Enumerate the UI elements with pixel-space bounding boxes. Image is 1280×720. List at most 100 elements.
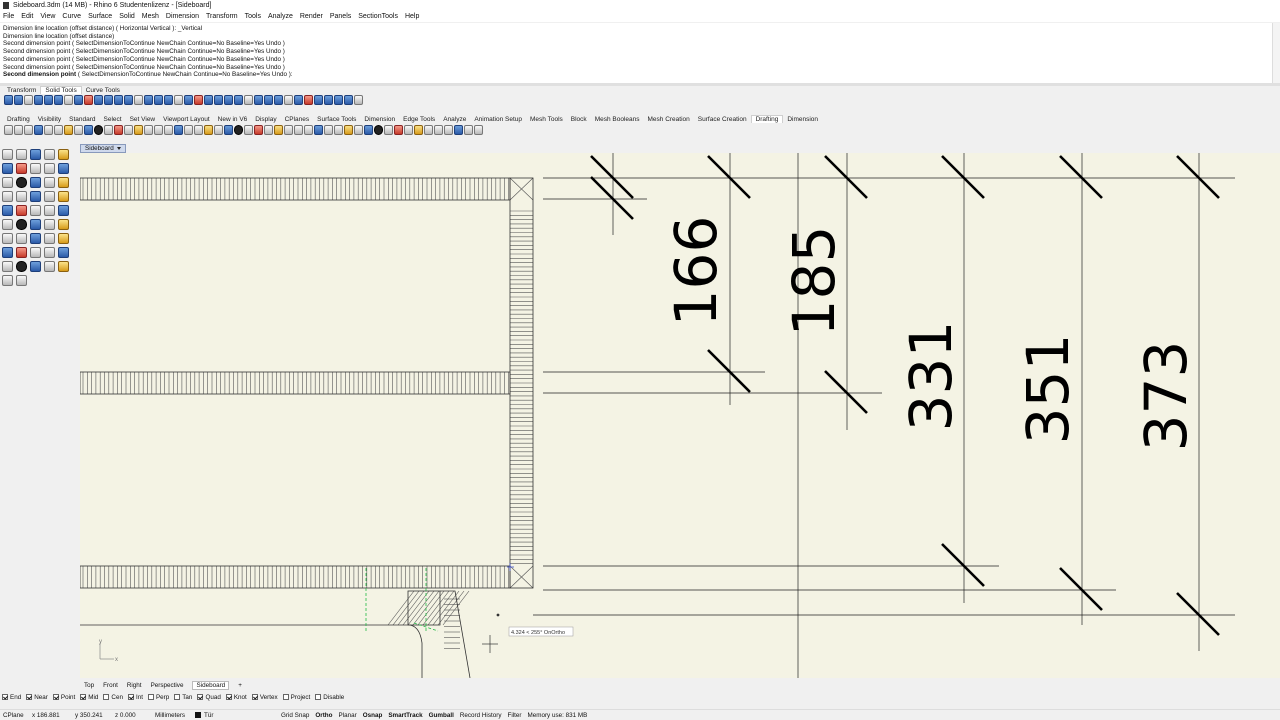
tab-mesh-creation[interactable]: Mesh Creation <box>644 116 694 123</box>
solid-tool-button-icon[interactable] <box>94 95 103 105</box>
sidebar-tool-button-icon[interactable] <box>58 219 69 230</box>
viewport-tab-front[interactable]: Front <box>103 682 118 689</box>
solid-tool-button-icon[interactable] <box>354 95 363 105</box>
menu-render[interactable]: Render <box>300 13 323 20</box>
osnap-checkbox[interactable] <box>147 694 154 700</box>
sidebar-tool-button-icon[interactable] <box>30 163 41 174</box>
sidebar-tool-button-icon[interactable] <box>16 275 27 286</box>
sidebar-tool-button-icon[interactable] <box>30 247 41 258</box>
solid-tool-button-icon[interactable] <box>264 95 273 105</box>
dimension-text-331[interactable]: 331 <box>897 321 965 432</box>
dimension-text-373[interactable]: 373 <box>1132 341 1200 452</box>
osnap-checkbox[interactable] <box>80 694 87 700</box>
solid-tool-button-icon[interactable] <box>284 95 293 105</box>
drafting-tool-button-icon[interactable] <box>124 125 133 135</box>
sidebar-tool-button-icon[interactable] <box>44 219 55 230</box>
dimension-text-351[interactable]: 351 <box>1014 334 1082 445</box>
drafting-tool-button-icon[interactable] <box>24 125 33 135</box>
solid-tool-button-icon[interactable] <box>254 95 263 105</box>
sidebar-tool-button-icon[interactable] <box>58 261 69 272</box>
sidebar-tool-button-icon[interactable] <box>44 163 55 174</box>
solid-tool-button-icon[interactable] <box>224 95 233 105</box>
solid-tool-button-icon[interactable] <box>44 95 53 105</box>
base-profile-curve[interactable] <box>80 624 423 678</box>
sidebar-tool-button-icon[interactable] <box>16 219 27 230</box>
sidebar-tool-button-icon[interactable] <box>58 177 69 188</box>
sidebar-tool-button-icon[interactable] <box>2 205 13 216</box>
drafting-tool-button-icon[interactable] <box>94 125 103 135</box>
osnap-disable[interactable]: Disable <box>315 694 344 701</box>
drafting-tool-button-icon[interactable] <box>384 125 393 135</box>
solid-tool-button-icon[interactable] <box>154 95 163 105</box>
dimension-text-166[interactable]: 166 <box>662 216 730 327</box>
tab-drafting[interactable]: Drafting <box>3 116 34 123</box>
drafting-tool-button-icon[interactable] <box>254 125 263 135</box>
osnap-mid[interactable]: Mid <box>80 694 98 701</box>
drafting-tool-button-icon[interactable] <box>374 125 383 135</box>
menu-sectiontools[interactable]: SectionTools <box>358 13 398 20</box>
command-prompt[interactable]: Second dimension point ( SelectDimension… <box>3 71 1277 79</box>
viewport-tab-top[interactable]: Top <box>84 682 94 689</box>
viewport-tab-right[interactable]: Right <box>127 682 142 689</box>
drafting-tool-button-icon[interactable] <box>474 125 483 135</box>
sidebar-tool-button-icon[interactable] <box>58 191 69 202</box>
status-cplane[interactable]: CPlane <box>0 712 32 719</box>
tab-surface-tools[interactable]: Surface Tools <box>313 116 360 123</box>
add-viewport-button[interactable]: + <box>238 682 242 689</box>
sidebar-tool-button-icon[interactable] <box>2 177 13 188</box>
sidebar-tool-button-icon[interactable] <box>44 247 55 258</box>
sidebar-tool-button-icon[interactable] <box>44 205 55 216</box>
menu-solid[interactable]: Solid <box>119 13 135 20</box>
sidebar-tool-button-icon[interactable] <box>44 149 55 160</box>
osnap-checkbox[interactable] <box>225 694 232 700</box>
tab-cplanes[interactable]: CPlanes <box>281 116 314 123</box>
osnap-end[interactable]: End <box>2 694 21 701</box>
drafting-tool-button-icon[interactable] <box>464 125 473 135</box>
tab-curve-tools[interactable]: Curve Tools <box>82 87 124 94</box>
solid-tool-button-icon[interactable] <box>14 95 23 105</box>
drafting-tool-button-icon[interactable] <box>154 125 163 135</box>
dimension-text-185[interactable]: 185 <box>780 226 848 337</box>
drafting-tool-button-icon[interactable] <box>54 125 63 135</box>
osnap-checkbox[interactable] <box>26 694 33 700</box>
osnap-near[interactable]: Near <box>26 694 48 701</box>
tab-transform[interactable]: Transform <box>3 87 40 94</box>
sidebar-tool-button-icon[interactable] <box>58 149 69 160</box>
status-ortho[interactable]: Ortho <box>315 712 332 719</box>
sidebar-tool-button-icon[interactable] <box>30 205 41 216</box>
status-gumball[interactable]: Gumball <box>429 712 454 719</box>
tab-set-view[interactable]: Set View <box>126 116 160 123</box>
status-units[interactable]: Millimeters <box>155 712 195 719</box>
tab-block[interactable]: Block <box>567 116 591 123</box>
sidebar-tool-button-icon[interactable] <box>58 247 69 258</box>
sidebar-tool-button-icon[interactable] <box>16 205 27 216</box>
menu-panels[interactable]: Panels <box>330 13 351 20</box>
solid-tool-button-icon[interactable] <box>204 95 213 105</box>
chevron-down-icon[interactable] <box>116 147 121 150</box>
tab-surface-creation[interactable]: Surface Creation <box>694 116 751 123</box>
solid-tool-button-icon[interactable] <box>314 95 323 105</box>
osnap-checkbox[interactable] <box>127 694 134 700</box>
drafting-tool-button-icon[interactable] <box>134 125 143 135</box>
tab-animation-setup[interactable]: Animation Setup <box>470 116 526 123</box>
drafting-tool-button-icon[interactable] <box>224 125 233 135</box>
drafting-tool-button-icon[interactable] <box>324 125 333 135</box>
status-planar[interactable]: Planar <box>339 712 357 719</box>
solid-tool-button-icon[interactable] <box>24 95 33 105</box>
sidebar-tool-button-icon[interactable] <box>30 219 41 230</box>
drafting-tool-button-icon[interactable] <box>434 125 443 135</box>
tab-mesh-tools[interactable]: Mesh Tools <box>526 116 567 123</box>
top-board[interactable] <box>80 177 511 201</box>
sidebar-tool-button-icon[interactable] <box>44 233 55 244</box>
solid-tool-button-icon[interactable] <box>54 95 63 105</box>
drafting-tool-button-icon[interactable] <box>214 125 223 135</box>
sidebar-tool-button-icon[interactable] <box>16 177 27 188</box>
menu-transform[interactable]: Transform <box>206 13 238 20</box>
solid-tool-button-icon[interactable] <box>114 95 123 105</box>
menu-view[interactable]: View <box>40 13 55 20</box>
sidebar-tool-button-icon[interactable] <box>44 177 55 188</box>
solid-tool-button-icon[interactable] <box>334 95 343 105</box>
menu-tools[interactable]: Tools <box>245 13 261 20</box>
solid-tool-button-icon[interactable] <box>104 95 113 105</box>
solid-tool-button-icon[interactable] <box>64 95 73 105</box>
